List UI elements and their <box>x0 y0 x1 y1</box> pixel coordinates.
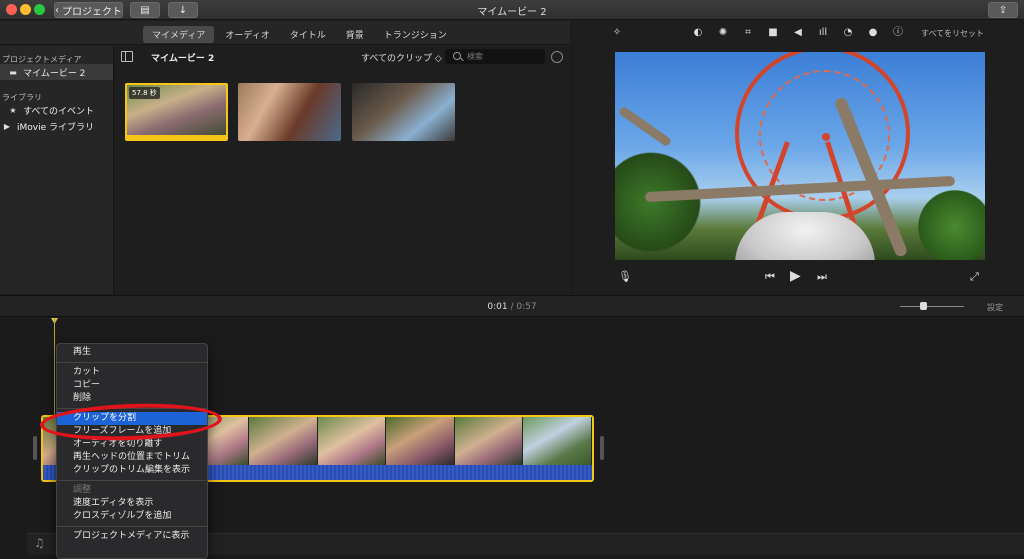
clip-trim-handle-left[interactable] <box>33 436 37 460</box>
browser-tab-bar: マイメディア オーディオ タイトル 背景 トランジション <box>0 21 570 45</box>
viewer-preview-frame <box>615 52 985 260</box>
window-title: マイムービー 2 <box>477 7 547 18</box>
sidebar-item-all-events[interactable]: ★ すべてのイベント <box>0 102 113 118</box>
clip-filter-dropdown[interactable]: すべてのクリップ ◇ <box>361 51 442 64</box>
media-browser: マイムービー 2 すべてのクリップ ◇ 検索 57.8 秒 <box>115 46 570 294</box>
sidebar-item-label: マイムービー 2 <box>23 68 86 79</box>
menu-separator <box>57 362 207 363</box>
star-icon: ★ <box>9 105 17 115</box>
clip-thumbnail-1[interactable]: 57.8 秒 <box>125 83 228 141</box>
stabilization-icon[interactable]: ■ <box>767 27 779 39</box>
menu-item-add-cross-dissolve[interactable]: クロスディゾルブを追加 <box>57 510 207 523</box>
tab-backgrounds[interactable]: 背景 <box>337 26 373 43</box>
menu-item-cut[interactable]: カット <box>57 366 207 379</box>
magic-wand-icon[interactable]: ✧ <box>611 27 623 39</box>
info-icon[interactable]: ⓘ <box>892 27 904 39</box>
viewer: 🎙 ⏮ ▶ ⏭ ⤢ <box>571 46 1024 294</box>
sidebar-item-library[interactable]: ▶ iMovie ライブラリ <box>0 118 113 134</box>
menu-separator <box>57 526 207 527</box>
menu-item-trim-to-playhead[interactable]: 再生ヘッドの位置までトリム <box>57 451 207 464</box>
disclosure-triangle-icon[interactable]: ▶ <box>2 122 12 131</box>
clip-thumbnail-2[interactable] <box>238 83 341 141</box>
tab-transitions[interactable]: トランジション <box>375 26 456 43</box>
clip-filter-icon[interactable]: ● <box>867 27 879 39</box>
share-icon: ⇪ <box>998 4 1008 16</box>
clip-trim-handle-right[interactable] <box>600 436 604 460</box>
microphone-icon[interactable]: 🎙 <box>618 270 632 283</box>
browser-project-name: マイムービー 2 <box>151 54 215 64</box>
sidebar-item-label: iMovie ライブラリ <box>17 122 94 133</box>
search-field[interactable]: 検索 <box>445 49 545 64</box>
color-balance-icon[interactable]: ◐ <box>692 27 704 39</box>
timecode-display: 0:01 / 0:57 <box>0 302 1024 312</box>
share-button[interactable]: ⇪ <box>988 2 1018 18</box>
sidebar-heading-libraries: ライブラリ <box>2 93 42 102</box>
clapper-icon: ▬ <box>9 67 17 77</box>
tab-my-media[interactable]: マイメディア <box>143 26 215 43</box>
clip-context-menu: 再生 カット コピー 削除 クリップを分割 フリーズフレームを追加 オーディオを… <box>56 343 208 559</box>
sidebar-item-project[interactable]: ▬ マイムービー 2 <box>0 64 113 80</box>
total-time: 0:57 <box>516 302 537 312</box>
menu-separator <box>57 480 207 481</box>
sidebar-item-label: すべてのイベント <box>23 106 95 117</box>
tab-audio[interactable]: オーディオ <box>216 26 278 43</box>
noise-reduction-icon[interactable]: ıll <box>817 27 829 39</box>
search-placeholder: 検索 <box>467 52 483 61</box>
timeline-header: 0:01 / 0:57 設定 <box>0 295 1024 317</box>
menu-item-adjust: 調整 <box>73 485 92 495</box>
tab-titles[interactable]: タイトル <box>281 26 335 43</box>
menu-item-copy[interactable]: コピー <box>57 379 207 392</box>
zoom-slider-knob[interactable] <box>920 302 927 310</box>
clip-duration-badge: 57.8 秒 <box>129 87 160 99</box>
sidebar-heading-project-media: プロジェクトメディア <box>2 55 82 64</box>
menu-item-reveal-in-project-media[interactable]: プロジェクトメディアに表示 <box>57 530 207 543</box>
gear-icon[interactable] <box>551 51 563 63</box>
playback-controls: 🎙 ⏮ ▶ ⏭ ⤢ <box>572 268 1024 288</box>
menu-item-show-speed-editor[interactable]: 速度エディタを表示 <box>57 497 207 510</box>
timeline-settings-button[interactable]: 設定 <box>987 302 1003 313</box>
crop-icon[interactable]: ⌗ <box>742 27 754 39</box>
reset-all-button[interactable]: すべてをリセット <box>921 28 984 39</box>
music-note-icon: ♫ <box>34 536 45 550</box>
viewer-adjustments-toolbar: ✧ ◐ ✺ ⌗ ■ ◀ ıll ◔ ● ⓘ すべてをリセット <box>571 21 1024 45</box>
skip-forward-icon[interactable]: ⏭ <box>817 270 827 284</box>
current-time: 0:01 <box>487 302 508 312</box>
play-icon[interactable]: ▶ <box>790 268 801 284</box>
sidebar-toggle-icon[interactable] <box>121 51 133 62</box>
library-sidebar: プロジェクトメディア ▬ マイムービー 2 ライブラリ ★ すべてのイベント ▶… <box>0 46 114 294</box>
browser-header: マイムービー 2 すべてのクリップ ◇ 検索 <box>115 46 570 68</box>
title-bar: ‹ プロジェクト ▤ ↓ マイムービー 2 ⇪ <box>0 0 1024 20</box>
speed-icon[interactable]: ◔ <box>842 27 854 39</box>
skip-back-icon[interactable]: ⏮ <box>765 270 775 284</box>
clip-thumbnail-3[interactable] <box>352 83 455 141</box>
search-icon <box>453 52 461 60</box>
menu-item-play[interactable]: 再生 <box>57 346 207 359</box>
clip-used-indicator <box>127 135 226 139</box>
fullscreen-icon[interactable]: ⤢ <box>970 270 979 284</box>
playhead[interactable] <box>54 318 55 418</box>
volume-icon[interactable]: ◀ <box>792 27 804 39</box>
color-correction-icon[interactable]: ✺ <box>717 27 729 39</box>
menu-item-show-clip-trimmer[interactable]: クリップのトリム編集を表示 <box>57 464 207 477</box>
zoom-slider-track[interactable] <box>900 306 964 307</box>
